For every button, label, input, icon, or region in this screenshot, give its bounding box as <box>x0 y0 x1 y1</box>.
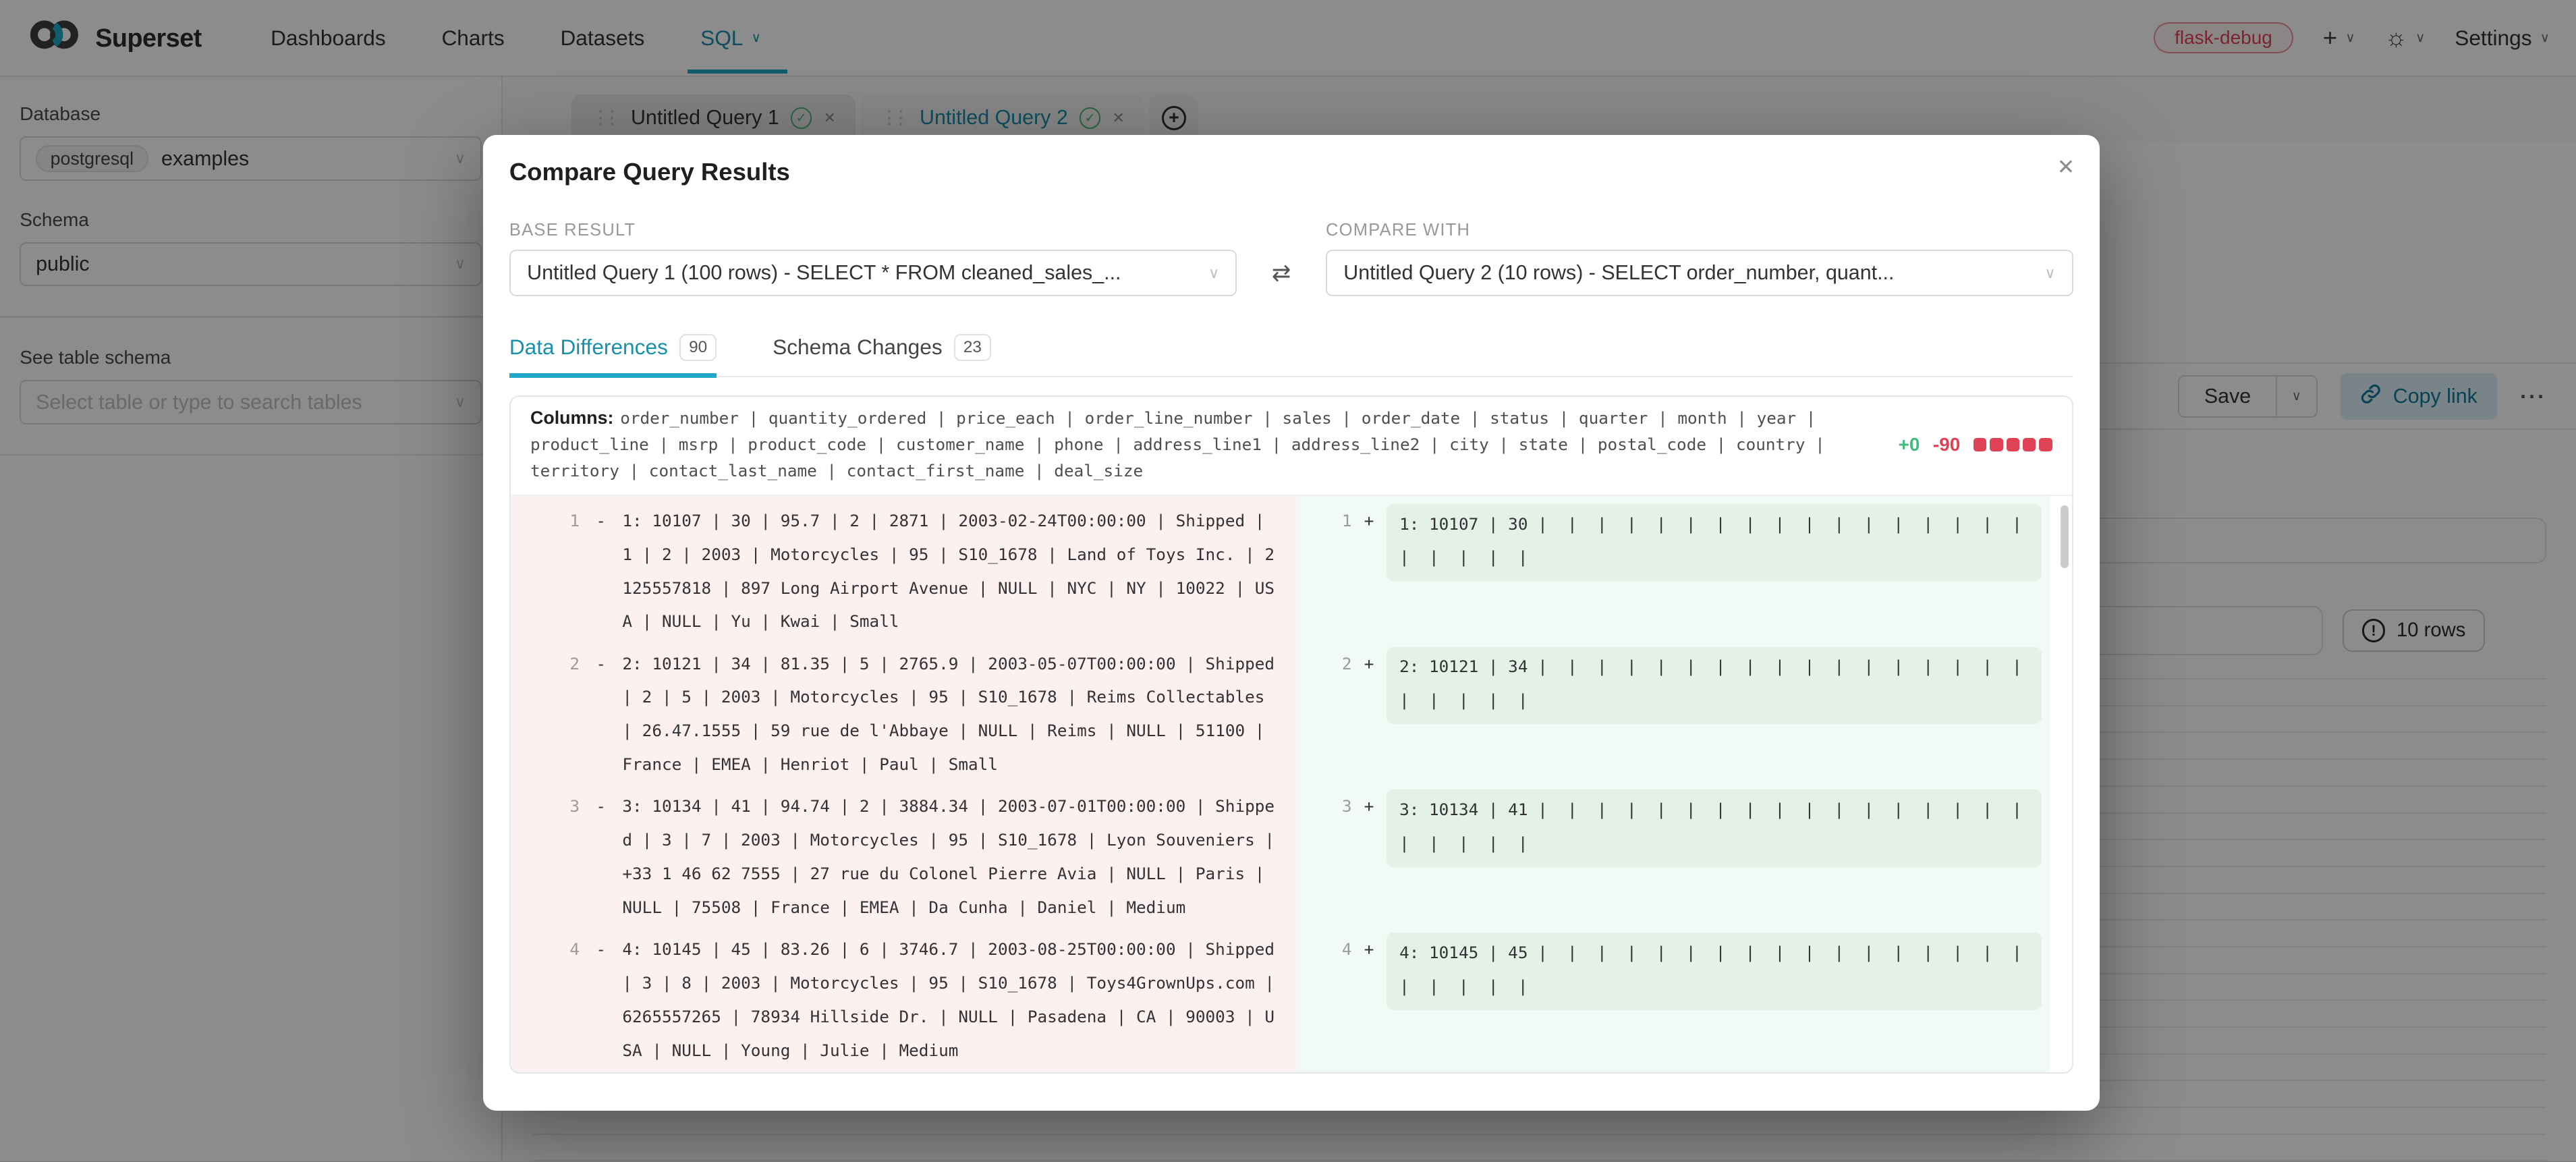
compare-query-results-modal: Compare Query Results ✕ BASE RESULT Unti… <box>483 135 2100 1111</box>
diff-body: 1-1: 10107 | 30 | 95.7 | 2 | 2871 | 2003… <box>511 495 2072 1074</box>
diff-scrollbar-thumb[interactable] <box>2061 505 2069 568</box>
tab-label: Schema Changes <box>773 335 943 360</box>
compare-with-column: COMPARE WITH Untitled Query 2 (10 rows) … <box>1326 221 2073 296</box>
removed-sign: - <box>580 647 622 782</box>
tab-label: Data Differences <box>509 335 668 360</box>
chevron-down-icon: ∨ <box>1208 265 1219 282</box>
compare-with-select[interactable]: Untitled Query 2 (10 rows) - SELECT orde… <box>1326 250 2073 296</box>
diff-removed-cell: 3-3: 10134 | 41 | 94.74 | 2 | 3884.34 | … <box>511 781 1296 924</box>
diff-added-cell: 2+2: 10121 | 34 | | | | | | | | | | | | … <box>1296 638 2050 781</box>
added-sign: + <box>1351 790 1386 924</box>
base-result-column: BASE RESULT Untitled Query 1 (100 rows) … <box>509 221 1237 296</box>
diff-removed-cell <box>511 1068 1296 1074</box>
diff-blocks-indicator <box>1973 438 2052 451</box>
added-row-text: 4: 10145 | 45 | | | | | | | | | | | | | … <box>1387 933 2042 1009</box>
diff-columns-header: Columns:order_number | quantity_ordered … <box>511 397 2072 495</box>
diff-row: 1-1: 10107 | 30 | 95.7 | 2 | 2871 | 2003… <box>511 496 2072 639</box>
tab-data-differences[interactable]: Data Differences 90 <box>509 324 717 376</box>
added-row-text: 2: 10121 | 34 | | | | | | | | | | | | | … <box>1387 647 2042 724</box>
close-icon[interactable]: ✕ <box>2057 155 2075 179</box>
diff-columns: Columns:order_number | quantity_ordered … <box>530 405 1841 485</box>
line-number <box>511 1072 580 1074</box>
columns-list: order_number | quantity_ordered | price_… <box>530 408 1825 480</box>
diff-added-cell: 4+4: 10145 | 45 | | | | | | | | | | | | … <box>1296 924 2050 1068</box>
removed-block-icon <box>2023 438 2036 451</box>
removed-sign: - <box>580 933 622 1068</box>
columns-label: Columns: <box>530 408 613 428</box>
line-number <box>1296 1072 1352 1074</box>
diff-removed-cell: 4-4: 10145 | 45 | 83.26 | 6 | 3746.7 | 2… <box>511 924 1296 1068</box>
line-number: 1 <box>1296 504 1352 639</box>
added-row-text: 1: 10107 | 30 | | | | | | | | | | | | | … <box>1387 504 2042 581</box>
added-sign <box>1351 1072 1386 1074</box>
swap-queries-icon[interactable]: ⇄ <box>1237 250 1325 296</box>
line-number: 4 <box>1296 933 1352 1068</box>
added-sign: + <box>1351 504 1386 639</box>
line-number: 1 <box>511 504 580 639</box>
removed-block-icon <box>1973 438 1986 451</box>
added-sign: + <box>1351 933 1386 1068</box>
removed-block-icon <box>1990 438 2003 451</box>
active-tab-underline <box>509 373 717 377</box>
base-result-value: Untitled Query 1 (100 rows) - SELECT * F… <box>527 261 1121 285</box>
app-root: Superset Dashboards Charts Datasets SQL … <box>0 0 2576 1161</box>
diff-added-cell <box>1296 1068 2050 1074</box>
removed-count: -90 <box>1933 434 1960 455</box>
added-row-text: 3: 10134 | 41 | | | | | | | | | | | | | … <box>1387 790 2042 866</box>
removed-row-text: 2: 10121 | 34 | 81.35 | 5 | 2765.9 | 200… <box>622 647 1276 782</box>
line-number: 2 <box>511 647 580 782</box>
diff-row: 3-3: 10134 | 41 | 94.74 | 2 | 3884.34 | … <box>511 781 2072 924</box>
diff-removed-cell: 2-2: 10121 | 34 | 81.35 | 5 | 2765.9 | 2… <box>511 638 1296 781</box>
added-count: +0 <box>1899 434 1920 455</box>
modal-tabs: Data Differences 90 Schema Changes 23 <box>509 324 2073 377</box>
tab-schema-changes[interactable]: Schema Changes 23 <box>773 324 991 376</box>
compare-selects-row: BASE RESULT Untitled Query 1 (100 rows) … <box>509 221 2073 296</box>
removed-sign: - <box>580 504 622 639</box>
line-number: 4 <box>511 933 580 1068</box>
removed-row-text: 1: 10107 | 30 | 95.7 | 2 | 2871 | 2003-0… <box>622 504 1276 639</box>
chevron-down-icon: ∨ <box>2044 265 2055 282</box>
diff-container: Columns:order_number | quantity_ordered … <box>509 395 2073 1074</box>
compare-with-value: Untitled Query 2 (10 rows) - SELECT orde… <box>1343 261 1894 285</box>
diff-row <box>511 1068 2072 1074</box>
diff-row: 4-4: 10145 | 45 | 83.26 | 6 | 3746.7 | 2… <box>511 924 2072 1068</box>
base-result-select[interactable]: Untitled Query 1 (100 rows) - SELECT * F… <box>509 250 1237 296</box>
removed-row-text: 4: 10145 | 45 | 83.26 | 6 | 3746.7 | 200… <box>622 933 1276 1068</box>
removed-sign: - <box>580 790 622 924</box>
diff-stats: +0 -90 <box>1899 434 2052 455</box>
removed-block-icon <box>2007 438 2019 451</box>
compare-with-label: COMPARE WITH <box>1326 221 2073 240</box>
diff-added-cell: 1+1: 10107 | 30 | | | | | | | | | | | | … <box>1296 496 2050 639</box>
diff-row: 2-2: 10121 | 34 | 81.35 | 5 | 2765.9 | 2… <box>511 638 2072 781</box>
removed-row-text <box>622 1072 1276 1074</box>
line-number: 2 <box>1296 647 1352 782</box>
removed-row-text: 3: 10134 | 41 | 94.74 | 2 | 3884.34 | 20… <box>622 790 1276 924</box>
diff-added-cell: 3+3: 10134 | 41 | | | | | | | | | | | | … <box>1296 781 2050 924</box>
diff-removed-cell: 1-1: 10107 | 30 | 95.7 | 2 | 2871 | 2003… <box>511 496 1296 639</box>
base-result-label: BASE RESULT <box>509 221 1237 240</box>
line-number: 3 <box>511 790 580 924</box>
removed-block-icon <box>2039 438 2052 451</box>
tab-count-badge: 23 <box>954 334 991 362</box>
added-row-text <box>1387 1072 2042 1074</box>
added-sign: + <box>1351 647 1386 782</box>
modal-title: Compare Query Results <box>509 158 2073 186</box>
tab-count-badge: 90 <box>679 334 717 362</box>
removed-sign <box>580 1072 622 1074</box>
line-number: 3 <box>1296 790 1352 924</box>
